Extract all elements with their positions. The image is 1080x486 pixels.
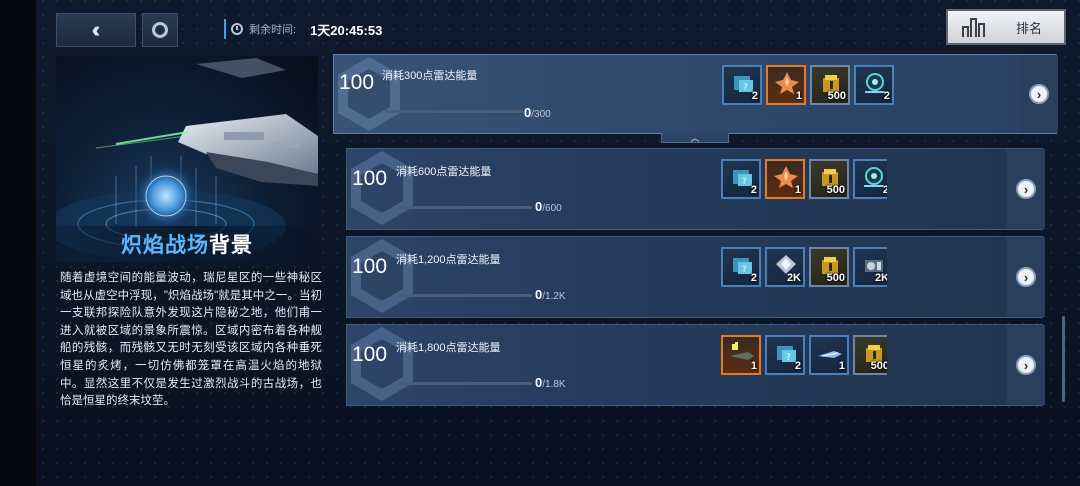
reward-count: 1: [794, 184, 801, 196]
accent-bar: [224, 19, 226, 39]
task-progress-bar: [397, 206, 532, 209]
reward-item[interactable]: ? 2: [722, 65, 762, 105]
reward-item[interactable]: 2: [853, 159, 887, 199]
reward-list: 1? 2 1 500: [721, 335, 887, 375]
reward-count: 500: [826, 184, 845, 196]
task-points: 100: [352, 167, 388, 190]
task-name: 消耗1,200点雷达能量: [396, 254, 501, 266]
go-button[interactable]: ›: [1007, 149, 1045, 229]
event-title-rest: 背景: [209, 234, 253, 257]
reward-item[interactable]: 1: [721, 335, 761, 375]
reward-item[interactable]: 2: [854, 65, 894, 105]
progress-total: /600: [542, 203, 562, 214]
reward-count: 2: [751, 90, 758, 102]
left-edge: [0, 0, 36, 486]
task-row: 100 消耗300点雷达能量 0/300? 2 1 500 2 ›: [333, 54, 1058, 134]
go-button[interactable]: ›: [1007, 325, 1045, 405]
double-chevron-left-icon: ‹‹: [91, 17, 100, 42]
reward-count: 2: [750, 272, 757, 284]
reward-item[interactable]: ? 2: [721, 247, 761, 287]
svg-text:?: ?: [742, 177, 747, 187]
svg-text:?: ?: [743, 83, 748, 93]
chevron-right-icon: ›: [1016, 179, 1036, 199]
event-title-highlight: 炽焰战场: [121, 234, 209, 257]
timer-value: 1天20:45:53: [310, 22, 383, 38]
clock-icon: [231, 23, 243, 35]
reward-list: ? 2 1 500 2: [721, 159, 887, 199]
collapse-handle[interactable]: ︿: [661, 133, 729, 143]
chevron-right-icon: ›: [1016, 267, 1036, 287]
task-progress-bar: [397, 294, 532, 297]
task-progress-bar: [385, 110, 523, 113]
reward-count: 500: [826, 272, 845, 284]
countdown-timer: 剩余时间: 1天20:45:53: [224, 18, 382, 40]
task-progress-text: 0/300: [524, 105, 551, 120]
event-title: 炽焰战场 背景: [56, 226, 318, 262]
reward-item[interactable]: ? 2: [765, 335, 805, 375]
task-progress-bar: [397, 382, 532, 385]
reward-count: 2: [882, 184, 887, 196]
task-row: 100 消耗1,200点雷达能量 0/1.2K? 2 2K 500 2K ›: [346, 236, 1045, 318]
ranking-label: 排名: [1016, 20, 1043, 36]
event-description: 随着虚境空间的能量波动，瑞尼星区的一些神秘区域也从虚空中浮现，"炽焰战场"就是其…: [60, 272, 322, 408]
timer-label: 剩余时间:: [249, 24, 297, 36]
task-row: 100 消耗1,800点雷达能量 0/1.8K 1? 2 1 500 ›: [346, 324, 1045, 406]
task-name: 消耗1,800点雷达能量: [396, 342, 501, 354]
reward-list: ? 2 1 500 2: [722, 65, 896, 105]
reward-count: 500: [870, 360, 887, 372]
reward-item[interactable]: 500: [810, 65, 850, 105]
task-points: 100: [339, 71, 375, 94]
chevron-right-icon: ›: [1029, 84, 1049, 104]
go-button[interactable]: ›: [1007, 237, 1045, 317]
reward-item[interactable]: 500: [809, 247, 849, 287]
task-name: 消耗600点雷达能量: [396, 166, 492, 178]
svg-text:?: ?: [786, 353, 791, 363]
task-progress-text: 0/1.2K: [535, 287, 566, 302]
settings-button[interactable]: [142, 13, 178, 47]
reward-item[interactable]: 1: [809, 335, 849, 375]
task-name: 消耗300点雷达能量: [382, 70, 478, 82]
reward-count: 500: [827, 90, 846, 102]
podium-icon: [962, 17, 986, 37]
reward-count: 2: [883, 90, 890, 102]
reward-count: 2K: [786, 272, 801, 284]
task-progress-text: 0/1.8K: [535, 375, 566, 390]
scrollbar[interactable]: [1062, 316, 1065, 402]
gear-icon: [152, 22, 168, 38]
reward-item[interactable]: ? 2: [721, 159, 761, 199]
ranking-button[interactable]: 排名: [946, 9, 1066, 45]
task-points: 100: [352, 343, 388, 366]
reward-count: 1: [795, 90, 802, 102]
reward-count: 2: [794, 360, 801, 372]
progress-total: /1.2K: [542, 291, 566, 302]
task-progress-text: 0/600: [535, 199, 562, 214]
reward-count: 1: [750, 360, 757, 372]
reward-item[interactable]: 1: [766, 65, 806, 105]
task-points: 100: [352, 255, 388, 278]
reward-item[interactable]: 500: [809, 159, 849, 199]
svg-text:?: ?: [742, 265, 747, 275]
back-button[interactable]: ‹‹: [56, 13, 136, 47]
reward-count: 2: [750, 184, 757, 196]
chevron-right-icon: ›: [1016, 355, 1036, 375]
reward-item[interactable]: 2K: [765, 247, 805, 287]
reward-list: ? 2 2K 500 2K: [721, 247, 887, 287]
go-button[interactable]: ›: [1020, 55, 1058, 133]
reward-item[interactable]: 2K: [853, 247, 887, 287]
task-row: 100 消耗600点雷达能量 0/600? 2 1 500 2 ›: [346, 148, 1045, 230]
reward-count: 1: [838, 360, 845, 372]
reward-item[interactable]: 500: [853, 335, 887, 375]
progress-total: /300: [531, 109, 551, 120]
chevron-up-icon: ︿: [690, 133, 700, 143]
progress-total: /1.8K: [542, 379, 566, 390]
reward-count: 2K: [874, 272, 887, 284]
reward-item[interactable]: 1: [765, 159, 805, 199]
